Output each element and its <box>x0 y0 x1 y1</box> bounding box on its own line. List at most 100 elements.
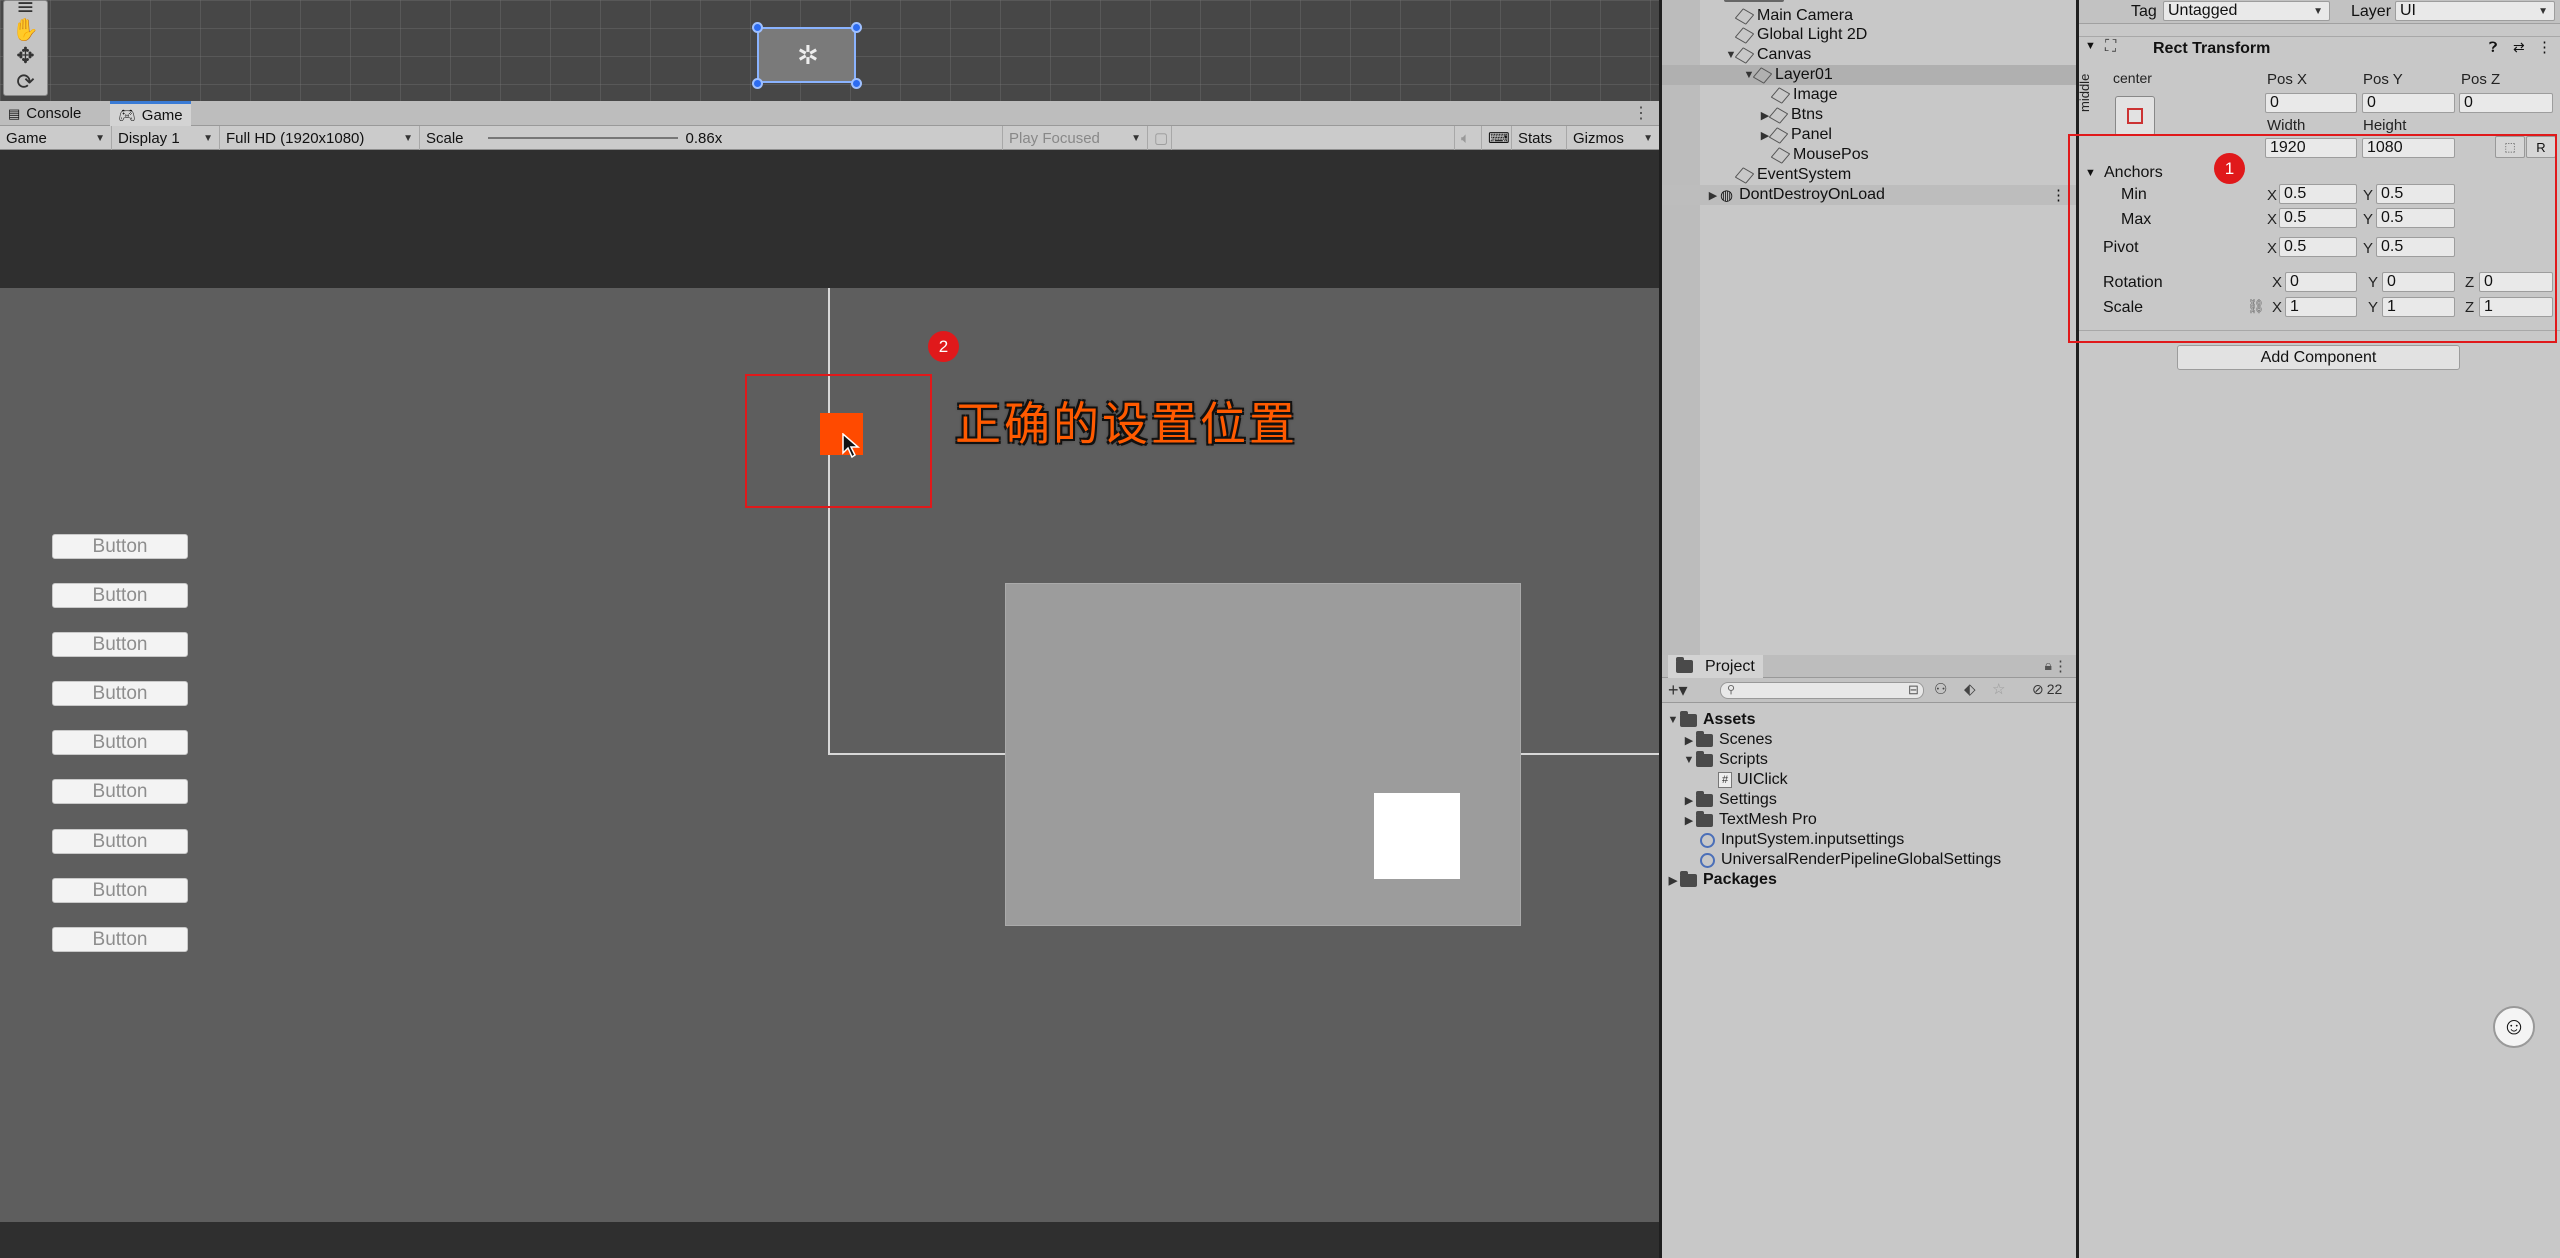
scale-slider[interactable] <box>487 137 678 139</box>
collapse-icon[interactable]: ▼ <box>2085 40 2096 52</box>
mute-toggle[interactable]: ▢ <box>1148 126 1172 150</box>
project-item-textmesh-pro[interactable]: ▶ TextMesh Pro <box>1682 810 1817 830</box>
game-button[interactable]: Button <box>52 583 188 608</box>
hierarchy-item-global-light[interactable]: Global Light 2D <box>1662 25 2076 45</box>
filter-type-icon[interactable]: ⚇ <box>1934 680 1947 698</box>
height-label: Height <box>2363 117 2407 134</box>
expand-down-icon[interactable]: ▼ <box>1666 714 1680 726</box>
gizmos-dropdown[interactable]: Gizmos ▼ <box>1567 126 1659 150</box>
add-component-button[interactable]: Add Component <box>2177 345 2460 370</box>
hierarchy-item-label: Image <box>1793 86 1838 103</box>
more-options-icon[interactable]: ⋮ <box>2053 657 2068 675</box>
hierarchy-item-layer01[interactable]: ▼ Layer01 <box>1662 65 2076 85</box>
anchor-preset-button[interactable] <box>2115 96 2155 136</box>
tag-dropdown[interactable]: Untagged ▼ <box>2163 1 2330 21</box>
pos-z-field[interactable]: 0 <box>2459 93 2553 113</box>
avatar[interactable]: ☺ <box>2493 1006 2535 1048</box>
help-icon[interactable]: ❓︎ <box>2489 39 2497 56</box>
view-dropdown[interactable]: Game ▼ <box>0 126 112 150</box>
keyboard-icon[interactable]: ⌨ <box>1482 126 1512 150</box>
project-item-urp-settings[interactable]: UniversalRenderPipelineGlobalSettings <box>1700 850 2001 870</box>
hierarchy-item-eventsystem[interactable]: EventSystem <box>1662 165 2076 185</box>
project-panel: ▼ Assets ▶ Scenes ▼ Scripts # UIClick ▶ Setti… <box>1662 703 2076 1258</box>
project-item-label: TextMesh Pro <box>1719 811 1817 828</box>
lock-icon[interactable]: 🔒︎ <box>2045 657 2052 674</box>
speaker-icon[interactable]: 🔈︎ <box>1454 126 1482 150</box>
expand-right-icon[interactable]: ▶ <box>1666 874 1680 887</box>
folder-open-icon <box>1696 750 1713 767</box>
resolution-dropdown[interactable]: Full HD (1920x1080) ▼ <box>220 126 420 150</box>
game-button[interactable]: Button <box>52 632 188 657</box>
expand-right-icon[interactable]: ▶ <box>1682 794 1696 807</box>
hand-tool-icon[interactable]: ✋ <box>4 18 47 43</box>
stats-toggle[interactable]: Stats <box>1512 126 1567 150</box>
rotate-tool-icon[interactable]: ⟳ <box>4 70 47 95</box>
hierarchy-item-dontdestroyonload[interactable]: ▶ ◍ DontDestroyOnLoad ⋮ <box>1662 185 2076 205</box>
rect-transform-header[interactable] <box>2079 36 2560 60</box>
filter-label-icon[interactable]: ⬖ <box>1964 680 1976 698</box>
tab-project[interactable]: Project <box>1668 655 1763 678</box>
rect-handle-bl[interactable] <box>752 78 763 89</box>
game-button[interactable]: Button <box>52 829 188 854</box>
game-button[interactable]: Button <box>52 878 188 903</box>
game-button[interactable]: Button <box>52 534 188 559</box>
scale-value: 0.86x <box>685 129 723 147</box>
pos-x-field[interactable]: 0 <box>2265 93 2357 113</box>
rect-handle-tr[interactable] <box>851 22 862 33</box>
mouse-guide-vertical <box>828 288 830 755</box>
pos-z-label: Pos Z <box>2461 71 2501 88</box>
play-focused-dropdown[interactable]: Play Focused ▼ <box>1002 126 1148 150</box>
tab-console[interactable]: ▤ Console <box>0 101 89 126</box>
expand-right-icon[interactable]: ▶ <box>1682 734 1696 747</box>
game-button[interactable]: Button <box>52 779 188 804</box>
hierarchy-item-image[interactable]: Image <box>1662 85 2076 105</box>
game-button[interactable]: Button <box>52 927 188 952</box>
project-search-input[interactable]: ⚲ <box>1720 682 1924 699</box>
project-item-settings[interactable]: ▶ Settings <box>1682 790 1777 810</box>
mouse-cursor-icon <box>842 433 860 459</box>
rect-handle-br[interactable] <box>851 78 862 89</box>
anchor-center-icon <box>2127 108 2143 124</box>
scene-view[interactable]: ≡ ✋ ✥ ⟳ ✲ <box>0 0 1659 101</box>
more-options-icon[interactable]: ⋮ <box>2537 38 2552 56</box>
display-dropdown[interactable]: Display 1 ▼ <box>112 126 220 150</box>
pos-y-field[interactable]: 0 <box>2362 93 2455 113</box>
search-settings-icon[interactable]: ⊟ <box>1908 682 1919 698</box>
annotation-badge-1: 1 <box>2214 153 2245 184</box>
hierarchy-item-panel[interactable]: ▶ Panel <box>1662 125 2076 145</box>
menu-handle-icon[interactable]: ≡ <box>4 0 47 20</box>
expand-right-icon[interactable]: ▶ <box>1706 189 1720 202</box>
search-icon: ⚲ <box>1727 684 1736 696</box>
expand-down-icon[interactable]: ▼ <box>1682 754 1696 766</box>
hierarchy-item-main-camera[interactable]: Main Camera <box>1662 6 2076 26</box>
project-item-inputsettings[interactable]: InputSystem.inputsettings <box>1700 830 1904 850</box>
star-icon[interactable]: ☆ <box>1992 680 2005 698</box>
hidden-count[interactable]: ⊘ 22 <box>2032 681 2062 698</box>
game-button[interactable]: Button <box>52 730 188 755</box>
project-item-scenes[interactable]: ▶ Scenes <box>1682 730 1772 750</box>
project-item-assets[interactable]: ▼ Assets <box>1666 710 1755 730</box>
selected-rect-gizmo[interactable]: ✲ <box>757 27 856 83</box>
game-view[interactable]: Button Button Button Button Button Butto… <box>0 288 1659 1222</box>
hierarchy-item-mousepos[interactable]: MousePos <box>1662 145 2076 165</box>
project-item-packages[interactable]: ▶ Packages <box>1666 870 1777 890</box>
project-item-uiclick[interactable]: # UIClick <box>1718 770 1788 790</box>
layer-dropdown[interactable]: UI ▼ <box>2395 1 2555 21</box>
game-toolbar: Game ▼ Display 1 ▼ Full HD (1920x1080) ▼ Sc… <box>0 126 1659 150</box>
tab-game[interactable]: 🎮︎ Game <box>110 101 191 126</box>
hierarchy-item-canvas[interactable]: ▼ Canvas <box>1662 45 2076 65</box>
rect-transform-icon: ⛶ <box>2105 38 2117 55</box>
add-asset-button[interactable]: +▾ <box>1668 680 1688 701</box>
move-tool-icon[interactable]: ✥ <box>4 44 47 69</box>
game-button[interactable]: Button <box>52 681 188 706</box>
more-options-icon[interactable]: ⋮ <box>1633 103 1649 123</box>
layer-value: UI <box>2400 2 2416 19</box>
hidden-count-label: 22 <box>2046 681 2063 697</box>
hierarchy-item-btns[interactable]: ▶ Btns <box>1662 105 2076 125</box>
presets-icon[interactable]: ⇄ <box>2513 39 2525 56</box>
expand-right-icon[interactable]: ▶ <box>1682 814 1696 827</box>
gameobject-icon <box>1734 166 1755 184</box>
rect-handle-tl[interactable] <box>752 22 763 33</box>
more-options-icon[interactable]: ⋮ <box>2051 186 2066 204</box>
project-item-scripts[interactable]: ▼ Scripts <box>1682 750 1768 770</box>
